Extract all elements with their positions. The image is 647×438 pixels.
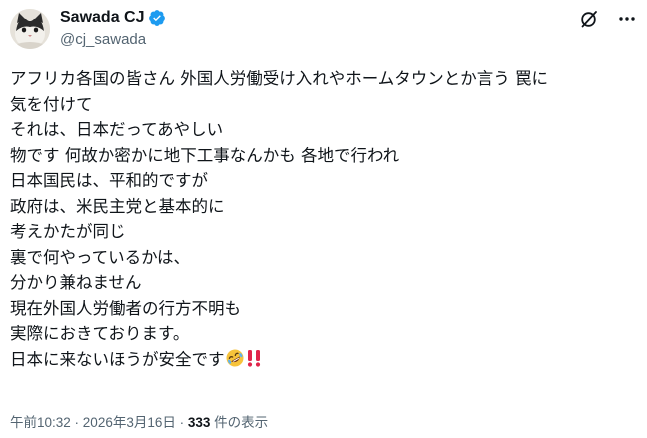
cat-avatar-icon	[10, 9, 50, 49]
tweet-text-line: 日本に来ないほうが安全です	[10, 349, 225, 369]
tweet-text-line: 日本国民は、平和的ですが	[10, 171, 208, 190]
post-date[interactable]: 2026年3月16日	[83, 415, 176, 430]
tweet-text-line: 気を付けて	[10, 94, 93, 114]
meta-separator: ·	[70, 415, 83, 430]
author-display-name[interactable]: Sawada CJ	[60, 9, 144, 27]
tweet-text-line: 考えかたが同じ	[10, 222, 126, 241]
view-count-label: 件の表示	[210, 415, 269, 430]
tweet-text-line: 現在外国人労働者の行方不明も	[10, 298, 241, 318]
author-handle[interactable]: @cj_sawada	[60, 31, 146, 48]
tweet-text-line: 裏で何やっているかは、	[10, 247, 191, 267]
tweet-text-line: アフリカ各国の皆さん 外国人労働受け入れやホームタウンとか言う 罠に	[10, 69, 548, 88]
tweet-text: アフリカ各国の皆さん 外国人労働受け入れやホームタウンとか言う 罠に 気を付けて…	[10, 66, 630, 375]
header-actions	[579, 9, 637, 29]
double-exclamation-emoji	[245, 348, 263, 376]
tweet-text-last-line: 日本に来ないほうが安全です	[10, 347, 630, 376]
tweet-text-line: 物です 何故か密かに地下工事なんかも 各地で行われ	[10, 145, 400, 165]
avatar[interactable]	[10, 9, 50, 49]
tweet: Sawada CJ @cj_sawada アフリカ各国の皆さん 外国人労働受け入…	[0, 0, 647, 438]
verified-badge-icon	[148, 9, 166, 27]
tweet-text-line: それは、日本だってあやしい	[10, 120, 224, 139]
more-horizontal-icon[interactable]	[617, 9, 637, 29]
tweet-text-line: 分かり兼ねません	[10, 273, 142, 292]
author-name-row: Sawada CJ	[60, 9, 166, 27]
view-count: 333	[187, 415, 211, 430]
tweet-text-line: 政府は、米民主党と基本的に	[10, 196, 225, 216]
rolling-on-floor-laughing-emoji	[225, 348, 245, 376]
post-time[interactable]: 午前10:32	[10, 415, 71, 430]
tweet-meta: 午前10:32 · 2026年3月16日 · 333 件の表示	[10, 411, 268, 431]
grok-slash-icon[interactable]	[579, 9, 599, 29]
meta-separator: ·	[175, 415, 188, 430]
tweet-text-line: 実際におきております。	[10, 324, 190, 343]
